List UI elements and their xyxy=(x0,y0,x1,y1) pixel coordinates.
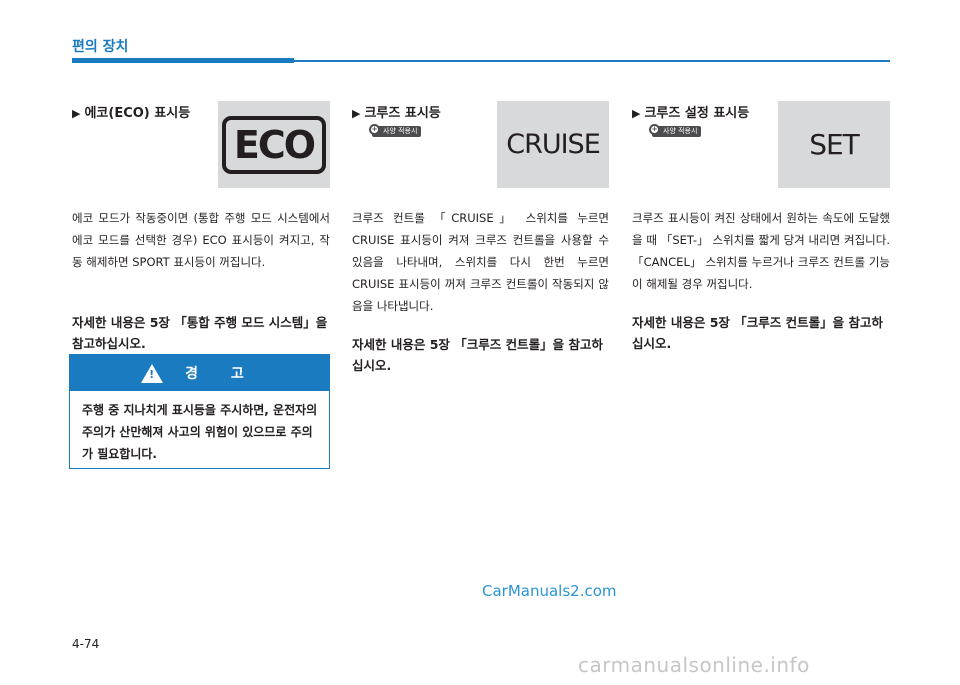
cruise-reference: 자세한 내용은 5장 「크루즈 컨트롤」을 참고하십시오. xyxy=(352,337,603,373)
warning-header: ! 경 고 xyxy=(70,355,329,391)
option-icon: + xyxy=(649,124,660,135)
eco-description: 에코 모드가 작동중이면 (통합 주행 모드 시스템에서 에코 모드를 선택한 … xyxy=(72,211,330,269)
set-reference: 자세한 내용은 5장 「크루즈 컨트롤」을 참고하십시오. xyxy=(632,315,883,351)
warning-triangle-icon: ! xyxy=(141,363,164,383)
header-rule-thick xyxy=(72,58,294,63)
set-heading: ▶ 크루즈 설정 표시등 xyxy=(632,106,750,121)
cruise-heading: ▶ 크루즈 표시등 xyxy=(352,106,441,121)
warning-box: ! 경 고 주행 중 지나치게 표시등을 주시하면, 운전자의 주의가 산만해져… xyxy=(69,354,330,469)
warning-title: 경 고 xyxy=(185,366,258,382)
eco-indicator-panel: ECO xyxy=(218,101,330,188)
eco-heading: ▶ 에코(ECO) 표시등 xyxy=(72,106,191,121)
section-title: 편의 장치 xyxy=(72,39,129,55)
page-number: 4-74 xyxy=(72,637,100,651)
triangle-bullet-icon: ▶ xyxy=(72,107,81,120)
cruise-indicator-panel: CRUISE xyxy=(497,101,609,188)
footer-watermark: carmanualsonline.info xyxy=(578,653,810,677)
eco-indicator-icon: ECO xyxy=(221,115,327,174)
set-description: 크루즈 표시등이 켜진 상태에서 원하는 속도에 도달했을 때 「SET-」 스… xyxy=(632,211,890,291)
set-indicator-icon: SET xyxy=(809,128,860,161)
option-badge: + 사양 적용시 xyxy=(649,124,702,137)
header-rule-thin xyxy=(294,60,890,62)
warning-text: 주행 중 지나치게 표시등을 주시하면, 운전자의 주의가 산만해져 사고의 위… xyxy=(82,403,318,461)
cruise-description: 크루즈 컨트롤 「CRUISE」 스위치를 누르면 CRUISE 표시등이 켜져… xyxy=(352,211,609,313)
eco-reference: 자세한 내용은 5장 「통합 주행 모드 시스템」을 참고하십시오. xyxy=(72,315,328,351)
option-icon: + xyxy=(369,124,380,135)
site-watermark[interactable]: CarManuals2.com xyxy=(482,582,617,600)
triangle-bullet-icon: ▶ xyxy=(352,107,361,120)
option-badge: + 사양 적용시 xyxy=(369,124,422,137)
cruise-indicator-icon: CRUISE xyxy=(506,129,601,160)
triangle-bullet-icon: ▶ xyxy=(632,107,641,120)
set-indicator-panel: SET xyxy=(778,101,890,188)
